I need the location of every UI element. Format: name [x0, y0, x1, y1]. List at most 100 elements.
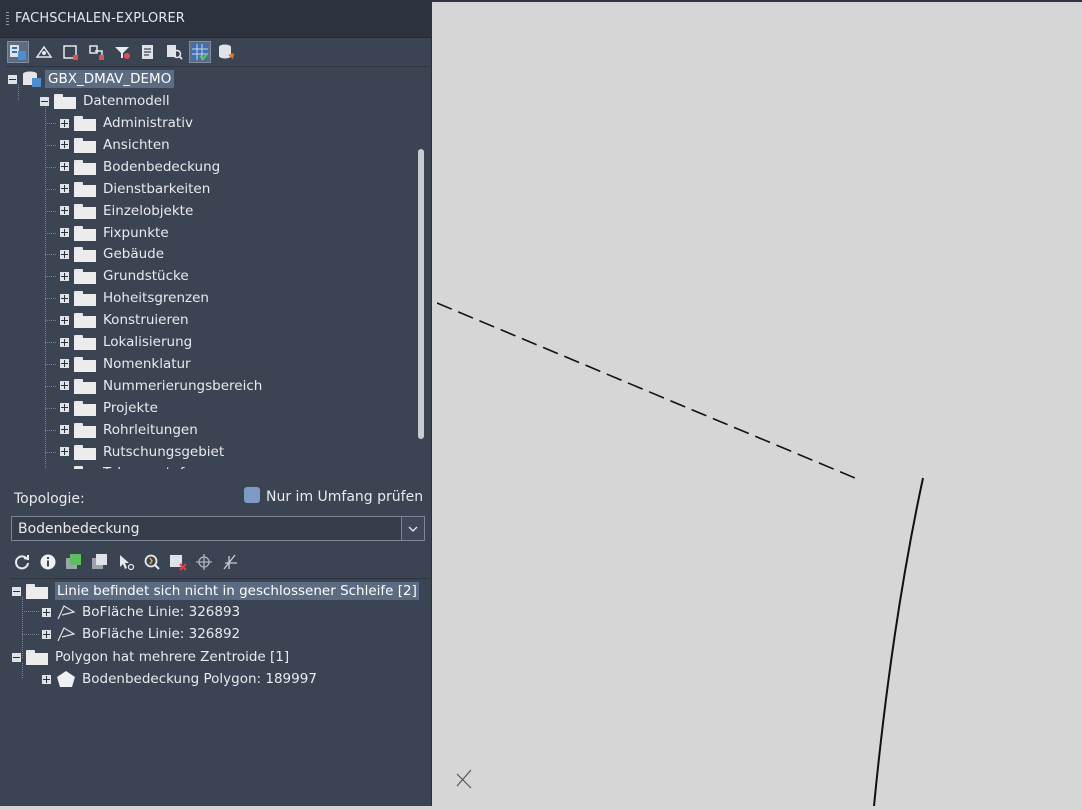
navigate-icon[interactable]: [34, 42, 54, 62]
tree-topic[interactable]: Hoheitsgrenzen: [60, 287, 209, 309]
delete-error-icon[interactable]: [168, 552, 188, 572]
grid-check-icon[interactable]: [190, 42, 210, 62]
expand-icon[interactable]: [42, 675, 51, 684]
tree-topic-label: Hoheitsgrenzen: [103, 290, 209, 306]
expand-icon[interactable]: [60, 184, 69, 193]
folder-icon: [74, 225, 96, 241]
collapse-icon[interactable]: [40, 97, 49, 106]
result-item[interactable]: BoFläche Linie: 326893: [42, 601, 240, 623]
result-item[interactable]: Bodenbedeckung Polygon: 189997: [42, 668, 317, 690]
topology-toolbar: [12, 550, 240, 574]
result-group-2[interactable]: Polygon hat mehrere Zentroide [1]: [12, 646, 289, 668]
folder-icon: [74, 203, 96, 219]
topology-results-tree[interactable]: Linie befindet sich nicht in geschlossen…: [10, 578, 430, 805]
panel-titlebar[interactable]: FACHSCHALEN-EXPLORER: [0, 0, 432, 38]
solid-line-feature: [874, 478, 923, 806]
folder-icon: [74, 181, 96, 197]
tree-topic[interactable]: Gebäude: [60, 243, 164, 265]
expand-icon[interactable]: [60, 206, 69, 215]
collapse-icon[interactable]: [12, 653, 21, 662]
select-polygon-icon[interactable]: [86, 42, 106, 62]
expand-icon[interactable]: [60, 359, 69, 368]
tree-topic[interactable]: Konstruieren: [60, 309, 189, 331]
expand-icon[interactable]: [60, 403, 69, 412]
expand-icon[interactable]: [60, 140, 69, 149]
report-icon[interactable]: [138, 42, 158, 62]
tree-topic-label: Grundstücke: [103, 268, 189, 284]
fachschalen-explorer-panel: FACHSCHALEN-EXPLORER: [0, 0, 432, 806]
tree-topic[interactable]: Bodenbedeckung: [60, 156, 220, 178]
database-stack-icon[interactable]: [216, 42, 236, 62]
tree-topic[interactable]: Grundstücke: [60, 265, 189, 287]
result-item[interactable]: BoFläche Linie: 326892: [42, 623, 240, 645]
tree-topic[interactable]: Dienstbarkeiten: [60, 178, 210, 200]
snap-target-icon[interactable]: [194, 552, 214, 572]
collapse-icon[interactable]: [12, 587, 21, 596]
layers-gray-icon[interactable]: [90, 552, 110, 572]
folder-icon: [26, 583, 48, 599]
refresh-icon[interactable]: [12, 552, 32, 572]
result-group-2-label: Polygon hat mehrere Zentroide [1]: [55, 649, 289, 665]
tree-scrollbar[interactable]: [418, 149, 424, 439]
drawing-canvas[interactable]: [437, 2, 1082, 806]
chevron-down-icon[interactable]: [401, 517, 424, 540]
expand-icon[interactable]: [60, 425, 69, 434]
polygon-geometry-icon: [56, 670, 76, 688]
tree-topic-label: Lokalisierung: [103, 334, 192, 350]
split-icon[interactable]: [220, 552, 240, 572]
tree-topic-label: Bodenbedeckung: [103, 159, 220, 175]
tree-topic[interactable]: Rohrleitungen: [60, 419, 198, 441]
tree-topic-label: Administrativ: [103, 115, 193, 131]
expand-icon[interactable]: [60, 294, 69, 303]
select-rectangle-icon[interactable]: [60, 42, 80, 62]
expand-icon[interactable]: [60, 316, 69, 325]
expand-icon[interactable]: [60, 250, 69, 259]
expand-icon[interactable]: [60, 338, 69, 347]
expand-icon[interactable]: [60, 381, 69, 390]
drawing-geometry: [437, 2, 1082, 806]
tree-topic[interactable]: Projekte: [60, 397, 158, 419]
select-cursor-icon[interactable]: [116, 552, 136, 572]
database-icon[interactable]: [8, 42, 28, 62]
topology-label: Topologie:: [14, 491, 85, 507]
folder-icon: [74, 378, 96, 394]
expand-icon[interactable]: [60, 447, 69, 456]
scope-checkbox[interactable]: [244, 487, 260, 503]
folder-icon: [74, 246, 96, 262]
expand-icon[interactable]: [42, 608, 51, 617]
expand-icon[interactable]: [60, 119, 69, 128]
search-icon[interactable]: [164, 42, 184, 62]
drag-grip-icon[interactable]: [6, 12, 9, 26]
tree-topic-label: Nomenklatur: [103, 356, 191, 372]
folder-icon: [54, 93, 76, 109]
expand-icon[interactable]: [60, 272, 69, 281]
expand-icon[interactable]: [60, 162, 69, 171]
tree-topic[interactable]: Lokalisierung: [60, 331, 192, 353]
folder-icon: [74, 444, 96, 460]
tree-topic[interactable]: Rutschungsgebiet: [60, 441, 224, 463]
expand-icon[interactable]: [42, 630, 51, 639]
tree-topic[interactable]: Ansichten: [60, 134, 170, 156]
panel-title: FACHSCHALEN-EXPLORER: [15, 11, 185, 26]
result-group-1[interactable]: Linie befindet sich nicht in geschlossen…: [12, 580, 419, 602]
tree-topic[interactable]: Nomenklatur: [60, 353, 191, 375]
collapse-icon[interactable]: [8, 75, 17, 84]
info-icon[interactable]: [38, 552, 58, 572]
model-tree[interactable]: GBX_DMAV_DEMO Datenmodell Administrativ A…: [6, 66, 430, 469]
tree-topic[interactable]: Administrativ: [60, 112, 193, 134]
topology-dropdown[interactable]: Bodenbedeckung: [11, 516, 425, 541]
filter-icon[interactable]: [112, 42, 132, 62]
tree-topic-label: Projekte: [103, 400, 158, 416]
folder-icon: [74, 159, 96, 175]
tree-model[interactable]: Datenmodell: [40, 90, 170, 112]
expand-icon[interactable]: [60, 228, 69, 237]
tree-root[interactable]: GBX_DMAV_DEMO: [8, 68, 174, 90]
zoom-icon[interactable]: [142, 552, 162, 572]
tree-topic[interactable]: Fixpunkte: [60, 222, 169, 244]
tree-topic[interactable]: Toleranzstufe: [60, 462, 193, 469]
tree-topic[interactable]: Nummerierungsbereich: [60, 375, 262, 397]
layers-green-icon[interactable]: [64, 552, 84, 572]
folder-icon: [74, 115, 96, 131]
folder-icon: [74, 400, 96, 416]
tree-topic[interactable]: Einzelobjekte: [60, 200, 193, 222]
